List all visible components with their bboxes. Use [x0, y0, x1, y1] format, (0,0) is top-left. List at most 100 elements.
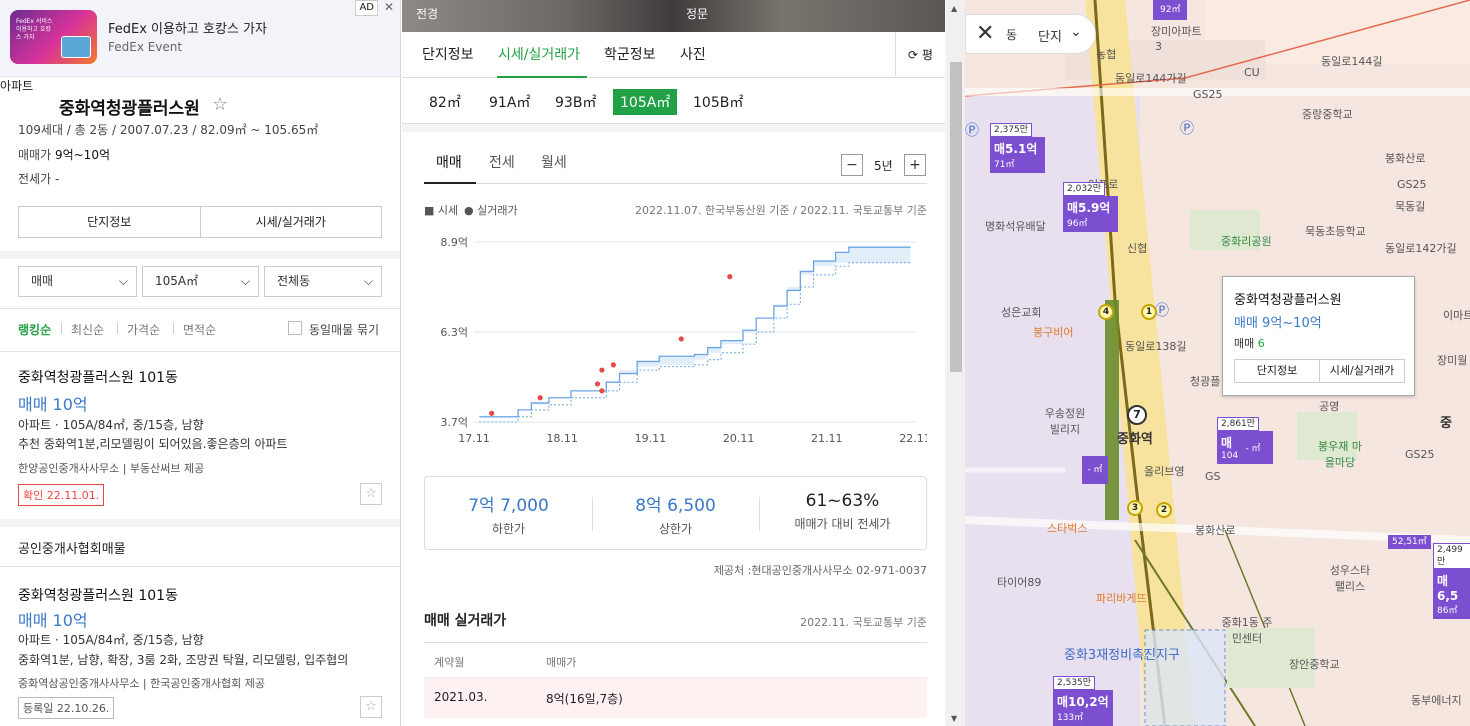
subway-exit-icon[interactable]: 1	[1141, 304, 1157, 320]
actual-trade-point	[489, 410, 495, 416]
map-label: GS25	[1397, 178, 1427, 191]
complex-filter-label[interactable]: 단지	[1038, 26, 1062, 45]
period-plus-button[interactable]: +	[904, 154, 926, 176]
period-minus-button[interactable]: −	[841, 154, 863, 176]
scrollbar[interactable]: ▲ ▼	[947, 0, 965, 726]
jeonse-price-row: 전세가 -	[18, 170, 59, 187]
map-label: 3	[1155, 40, 1162, 53]
ad-banner[interactable]: FedEx 서비스 이용하고 호캉스 가자 FedEx 이용하고 호캉스 가자 …	[0, 0, 400, 77]
map-label: 묵동초등학교	[1305, 225, 1366, 238]
trade-section-source: 2022.11. 국토교통부 기준	[800, 616, 927, 629]
favorite-star-icon[interactable]: ☆	[212, 94, 228, 115]
y-tick-label: 3.7억	[440, 416, 468, 429]
chevron-down-icon: ⌵	[363, 274, 373, 288]
scroll-up-icon[interactable]: ▲	[951, 4, 957, 13]
subway-exit-icon[interactable]: 3	[1127, 500, 1143, 516]
listing-agent: 한양공인중개사사무소 | 부동산써브 제공	[18, 462, 205, 475]
price-marker[interactable]: 2,535만 매10,2억 133㎡	[1053, 674, 1113, 726]
subway-exit-icon[interactable]: 4	[1098, 304, 1114, 320]
ad-title[interactable]: FedEx 이용하고 호캉스 가자	[108, 18, 267, 37]
listing-favorite-star-icon[interactable]: ☆	[360, 483, 382, 505]
ad-close-icon[interactable]: ✕	[384, 0, 394, 14]
size-tab[interactable]: 93B㎡	[548, 89, 603, 115]
stat-lower-value: 7억 7,000	[468, 496, 549, 516]
map-label: 명화석유배달	[985, 220, 1046, 233]
ad-tag: AD	[355, 0, 378, 16]
area-marker[interactable]: 92㎡	[1153, 0, 1188, 20]
close-icon[interactable]: ✕	[976, 21, 994, 46]
listing-panel: FedEx 서비스 이용하고 호캉스 가자 FedEx 이용하고 호캉스 가자 …	[0, 0, 401, 726]
chart-tab-sale[interactable]: 매매	[436, 152, 462, 172]
map-view[interactable]: ✕ 동 단지 ⌄ 농협 동일로144가길 CU 동일로144길 GS25 GS2…	[965, 0, 1470, 726]
area-pin[interactable]: - ㎡	[1240, 435, 1266, 463]
sort-ranking[interactable]: 랭킹순	[18, 321, 51, 338]
tab-school[interactable]: 학군정보	[604, 44, 656, 64]
sort-bar: 랭킹순 최신순 가격순 면적순 동일매물 묶기	[0, 308, 400, 352]
dong-select[interactable]: 전체동 ⌵	[264, 266, 382, 297]
jeonse-price-label: 전세가	[18, 172, 52, 186]
map-label: GS25	[1193, 88, 1223, 101]
chevron-down-icon: ⌵	[240, 274, 250, 288]
scroll-down-icon[interactable]: ▼	[951, 714, 957, 723]
map-label: 올리브영	[1144, 465, 1185, 478]
section-divider	[0, 251, 400, 259]
complex-info-button[interactable]: 단지정보	[19, 207, 200, 237]
x-tick-label: 19.11	[635, 432, 667, 445]
area-marker[interactable]: 52,51㎡	[1388, 533, 1431, 549]
photo-label: 전경	[416, 7, 439, 21]
size-tab[interactable]: 82㎡	[422, 89, 468, 115]
listing-spec: 아파트 · 105A/84㎡, 중/15층, 남향	[18, 633, 204, 647]
group-same-label[interactable]: 동일매물 묶기	[309, 321, 379, 338]
complex-summary: 109세대 / 총 2동 / 2007.07.23 / 82.09㎡ ~ 105…	[18, 123, 319, 137]
subway-exit-icon[interactable]: 2	[1156, 502, 1172, 518]
price-marker[interactable]: 2,499만 매6,5 86㎡	[1433, 543, 1470, 619]
marker-unit-price: 2,375만	[990, 123, 1033, 137]
sale-price-value: 9억~10억	[54, 148, 110, 162]
chevron-down-icon[interactable]: ⌄	[1070, 24, 1082, 40]
complex-price-button[interactable]: 시세/실거래가	[199, 207, 382, 237]
sort-latest[interactable]: 최신순	[71, 321, 104, 338]
popup-info-button[interactable]: 단지정보	[1235, 360, 1319, 382]
marker-area: 133㎡	[1057, 713, 1084, 723]
price-marker[interactable]: 2,375만 매5.1억 71㎡	[990, 121, 1045, 173]
map-label: 봉구비어	[1033, 326, 1074, 339]
listing-favorite-star-icon[interactable]: ☆	[360, 696, 382, 718]
complex-button-row: 단지정보 시세/실거래가	[18, 206, 382, 238]
size-tab[interactable]: 105B㎡	[686, 89, 750, 115]
map-station-label: 중화역	[1117, 432, 1153, 447]
complex-popup[interactable]: 중화역청광플러스원 매매 9억~10억 매매 6 단지정보 시세/실거래가	[1222, 276, 1415, 396]
map-label: 중화리공원	[1221, 235, 1272, 248]
tab-photo[interactable]: 사진	[680, 44, 706, 64]
chart-tab-monthly[interactable]: 월세	[541, 152, 567, 172]
popup-price-button[interactable]: 시세/실거래가	[1319, 360, 1404, 382]
map-label: CU	[1244, 66, 1260, 79]
subway-line7-icon[interactable]: 7	[1127, 405, 1147, 425]
price-chart-card: 매매 전세 월세 − 5년 + ■ 시세 ● 실거래가 2022.11.07. …	[402, 132, 945, 726]
marker-unit-price: 2,861만	[1217, 417, 1260, 431]
sort-price[interactable]: 가격순	[127, 321, 160, 338]
photo-strip[interactable]: 전경 정문	[402, 0, 945, 32]
group-same-checkbox[interactable]	[288, 321, 302, 335]
sort-divider	[117, 323, 118, 334]
area-pin[interactable]: - ㎡	[1082, 456, 1108, 484]
chart-tab-jeonse[interactable]: 전세	[489, 152, 515, 172]
size-tab[interactable]: 91A㎡	[482, 89, 537, 115]
tab-complex-info[interactable]: 단지정보	[422, 44, 474, 64]
size-tab-active[interactable]: 105A㎡	[613, 89, 678, 115]
scroll-thumb[interactable]	[950, 62, 962, 372]
price-marker[interactable]: 2,032만 매5.9억 96㎡	[1063, 180, 1118, 232]
deal-type-select[interactable]: 매매 ⌵	[18, 266, 137, 297]
sort-area[interactable]: 면적순	[183, 321, 216, 338]
data-provider: 제공처 :현대공인중개사사무소 02-971-0037	[713, 564, 927, 577]
pyung-toggle-button[interactable]: ⟳ 평	[895, 32, 945, 78]
marker-area-label: 92㎡	[1153, 0, 1188, 20]
table-row: 2021.03. 8억(16일,7층)	[424, 678, 927, 718]
tab-price[interactable]: 시세/실거래가	[498, 44, 580, 64]
listing-title[interactable]: 중화역청광플러스원 101동	[18, 585, 178, 605]
listing-title[interactable]: 중화역청광플러스원 101동	[18, 367, 178, 387]
marker-body: 매10,2억 133㎡	[1053, 690, 1113, 726]
area-select[interactable]: 105A㎡ ⌵	[142, 266, 259, 297]
marker-area-label: 52,51㎡	[1388, 535, 1431, 549]
popup-complex-name[interactable]: 중화역청광플러스원	[1234, 289, 1342, 308]
map-filter-label: 동	[1006, 28, 1018, 42]
